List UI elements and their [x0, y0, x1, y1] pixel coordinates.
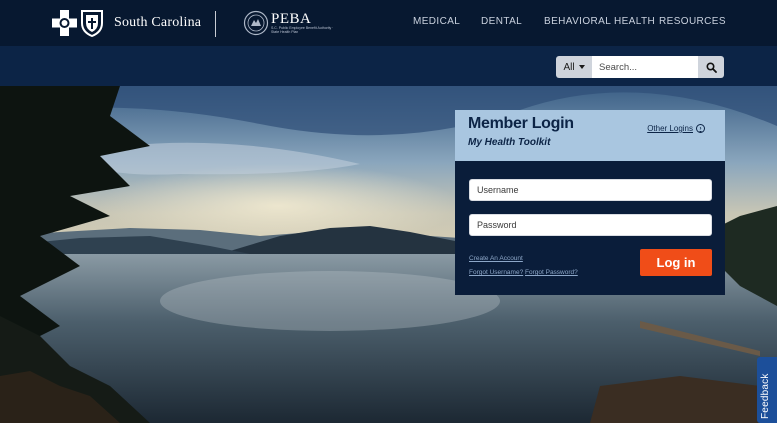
nav-medical[interactable]: MEDICAL	[413, 16, 460, 27]
arrow-circle-icon: ›	[696, 124, 705, 133]
search-button[interactable]	[698, 56, 724, 78]
login-title: Member Login	[468, 115, 574, 132]
main-nav: MEDICAL DENTAL BEHAVIORAL HEALTH RESOURC…	[0, 16, 777, 30]
other-logins-label: Other Logins	[647, 124, 693, 133]
account-links: Create An Account Forgot Username? Forgo…	[469, 252, 578, 280]
member-login-card: Member Login My Health Toolkit Other Log…	[455, 110, 725, 295]
chevron-down-icon	[578, 65, 585, 69]
search-scope-label: All	[563, 61, 575, 73]
top-navigation-bar: South Carolina PEBA S.C. Public Employee…	[0, 0, 777, 46]
create-account-link[interactable]: Create An Account	[469, 255, 523, 262]
feedback-label: Feedback	[760, 373, 771, 419]
feedback-tab[interactable]: Feedback	[757, 357, 777, 423]
nav-resources[interactable]: RESOURCES	[659, 16, 726, 27]
forgot-password-link[interactable]: Forgot Password?	[525, 269, 578, 276]
other-logins-link[interactable]: Other Logins ›	[647, 124, 705, 133]
nav-dental[interactable]: DENTAL	[481, 16, 522, 27]
log-in-button[interactable]: Log in	[640, 249, 712, 276]
forgot-username-link[interactable]: Forgot Username?	[469, 269, 523, 276]
nav-behavioral-health[interactable]: BEHAVIORAL HEALTH	[544, 16, 655, 27]
search-scope-dropdown[interactable]: All	[556, 56, 592, 78]
login-card-header: Member Login My Health Toolkit Other Log…	[455, 110, 725, 161]
search-input[interactable]	[592, 56, 698, 78]
login-subtitle: My Health Toolkit	[468, 137, 551, 148]
search-icon	[705, 61, 717, 73]
password-field[interactable]	[469, 214, 712, 236]
username-field[interactable]	[469, 179, 712, 201]
